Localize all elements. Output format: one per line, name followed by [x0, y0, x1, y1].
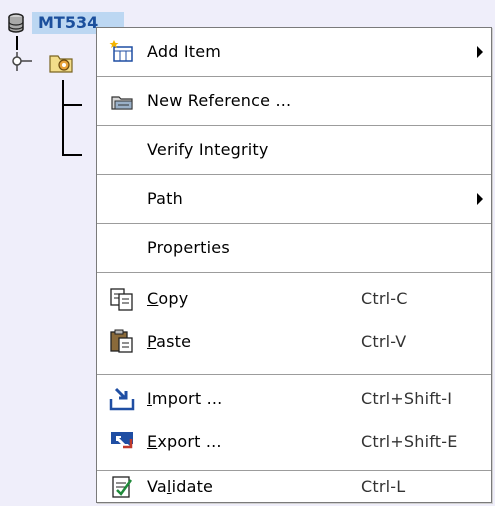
menu-item-import[interactable]: Import ... Ctrl+Shift-I: [97, 378, 491, 420]
tree-line: [62, 154, 82, 156]
menu-separator: [97, 374, 491, 375]
menu-item-label: Import ...: [147, 389, 223, 408]
copy-icon: [110, 288, 133, 311]
menu-item-properties[interactable]: Properties: [97, 224, 491, 272]
menu-item-label: Paste: [147, 332, 192, 351]
menu-item-add-item[interactable]: Add Item: [97, 28, 491, 76]
menu-item-label: Path: [147, 189, 183, 208]
tree-line: [16, 36, 18, 50]
menu-item-label: Validate: [147, 477, 214, 496]
menu-item-shortcut: Ctrl-L: [361, 477, 406, 496]
menu-item-label: Verify Integrity: [147, 140, 269, 159]
menu-item-label: Add Item: [147, 42, 222, 61]
menu-item-new-reference[interactable]: New Reference ...: [97, 77, 491, 125]
menu-separator: [97, 272, 491, 273]
menu-item-validate[interactable]: Validate Ctrl-L: [97, 471, 491, 503]
paste-icon: [110, 329, 133, 353]
validate-icon: [112, 476, 133, 498]
tree-line: [62, 80, 64, 156]
menu-item-shortcut: Ctrl+Shift-E: [361, 432, 458, 451]
menu-item-export[interactable]: Export ... Ctrl+Shift-E: [97, 420, 491, 464]
context-menu: Add Item New Reference ... Verify Integr…: [96, 27, 492, 503]
database-icon: [8, 13, 24, 33]
menu-item-label: New Reference ...: [147, 91, 292, 110]
menu-item-copy[interactable]: Copy Ctrl-C: [97, 278, 491, 320]
menu-item-shortcut: Ctrl-V: [361, 332, 407, 351]
submenu-arrow-icon: [477, 46, 483, 58]
tree-line: [62, 104, 82, 106]
tree-expander-icon[interactable]: [10, 50, 32, 72]
submenu-arrow-icon: [477, 193, 483, 205]
menu-item-label: Properties: [147, 238, 230, 257]
menu-item-paste[interactable]: Paste Ctrl-V: [97, 320, 491, 364]
new-reference-icon: [111, 96, 133, 110]
add-item-icon: [109, 40, 133, 62]
menu-item-path[interactable]: Path: [97, 175, 491, 223]
menu-item-label: Copy: [147, 289, 189, 308]
menu-item-label: Export ...: [147, 432, 222, 451]
import-icon: [109, 387, 135, 411]
menu-item-shortcut: Ctrl+Shift-I: [361, 389, 453, 408]
folder-gear-icon[interactable]: [48, 50, 74, 74]
export-icon: [111, 432, 133, 449]
menu-item-shortcut: Ctrl-C: [361, 289, 408, 308]
menu-item-verify-integrity[interactable]: Verify Integrity: [97, 126, 491, 174]
